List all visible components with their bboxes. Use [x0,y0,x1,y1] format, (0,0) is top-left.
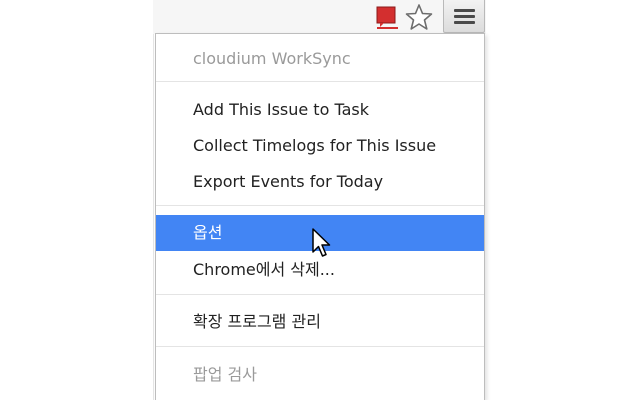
menu-separator [156,346,484,347]
menu-item-collect-timelogs[interactable]: Collect Timelogs for This Issue [156,128,484,164]
menu-item-inspect-popup: 팝업 검사 [193,365,257,384]
star-icon[interactable] [405,3,433,31]
menu-header-extension-name: cloudium WorkSync [193,49,351,68]
menu-separator [156,294,484,295]
browser-toolbar [153,0,486,34]
extension-context-menu: cloudium WorkSync Add This Issue to Task… [155,33,485,400]
menu-item-add-issue-to-task[interactable]: Add This Issue to Task [156,92,484,128]
extension-red-flag-icon[interactable] [374,4,400,30]
mouse-pointer-icon [312,228,334,260]
screenshot-stage: cloudium WorkSync Add This Issue to Task… [0,0,640,400]
menu-item-manage-extensions[interactable]: 확장 프로그램 관리 [156,304,484,340]
menu-item-export-events[interactable]: Export Events for Today [156,164,484,200]
menu-separator [156,205,484,206]
hamburger-menu-icon[interactable] [443,0,485,33]
menu-separator [156,81,484,82]
